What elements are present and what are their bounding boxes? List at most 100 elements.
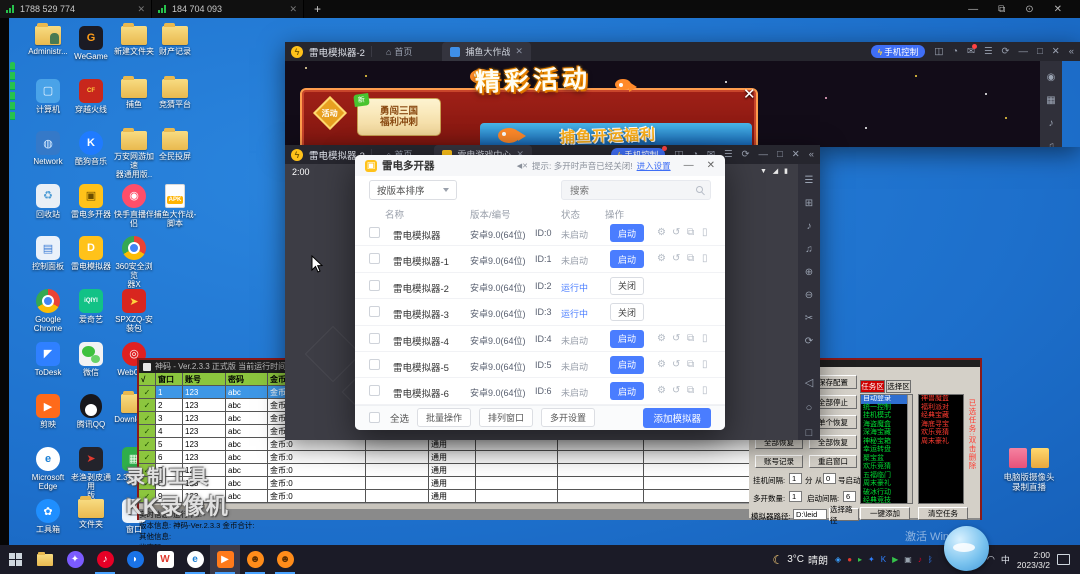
select-all-checkbox[interactable] — [369, 412, 380, 423]
desktop-icon-touping-folder[interactable]: 全民投屏 — [153, 131, 197, 161]
event-side-tab[interactable]: 新 勇闯三国 福利冲刺 — [357, 98, 441, 136]
restore-icon[interactable]: ↺ — [672, 333, 680, 345]
maximize-icon[interactable]: □ — [777, 149, 783, 160]
shortcut-icon[interactable]: ⧉ — [687, 253, 694, 265]
minimize-icon[interactable]: — — [1018, 46, 1028, 57]
tab-select-area[interactable]: 选择区 — [886, 380, 911, 393]
row-checkbox[interactable] — [369, 359, 380, 370]
task-item[interactable]: 神秘宝箱 — [861, 438, 912, 447]
table-row[interactable]: ✓9123abc金币:0通用 — [139, 490, 761, 503]
volume-down-icon[interactable]: ♫ — [805, 245, 813, 255]
tray-bluetooth-icon[interactable]: ᛒ — [928, 556, 933, 564]
menu-icon[interactable]: ☰ — [805, 176, 814, 186]
close-icon[interactable]: ✕ — [792, 149, 800, 160]
minimize-icon[interactable]: — — [968, 4, 978, 15]
desktop-icon-buyu-folder[interactable]: 捕鱼 — [112, 79, 156, 109]
close-icon[interactable]: ✕ — [1052, 46, 1060, 57]
arrange-windows-button[interactable]: 排列窗口 — [479, 408, 533, 427]
desktop-icon-folder-plain[interactable]: 文件夹 — [69, 499, 113, 529]
task-item[interactable]: 欢乐竞猜 — [861, 463, 912, 472]
desktop-icon-jingcai-folder[interactable]: 竞猜平台 — [153, 79, 197, 109]
zoom-in-icon[interactable]: ⊕ — [805, 268, 813, 278]
task-item[interactable]: 海盗魔盒 — [861, 421, 912, 430]
winrar-icon[interactable] — [1009, 448, 1027, 468]
desktop-icon-toolbox[interactable]: ✿工具箱 — [26, 499, 70, 534]
desktop-icon-crossfire[interactable]: CF穿越火线 — [69, 79, 113, 114]
close-button[interactable]: ✕ — [707, 160, 715, 171]
stop-button[interactable]: 关闭 — [610, 277, 644, 295]
back-button[interactable]: ◁ — [805, 378, 813, 388]
notification-center-icon[interactable] — [1057, 554, 1070, 565]
tray-tim-icon[interactable]: ✦ — [868, 556, 875, 564]
taskbar-wps[interactable]: W — [150, 545, 180, 574]
settings-icon[interactable]: ⚙ — [657, 385, 666, 397]
desktop-icon-kugou-music[interactable]: K酷狗音乐 — [69, 131, 113, 166]
minimize-icon[interactable]: — — [758, 149, 768, 160]
minimize-button[interactable]: — — [684, 160, 694, 171]
desktop-icon-user-folder[interactable]: Administr... — [26, 26, 70, 56]
books-icon[interactable] — [1031, 448, 1049, 468]
add-all-button[interactable]: 一键添加 — [860, 507, 910, 520]
task-item[interactable]: 统一控制 — [861, 404, 912, 413]
restore-icon[interactable]: ⧉ — [998, 4, 1005, 15]
task-item[interactable]: 挂机模式 — [861, 412, 912, 421]
row-checkbox[interactable]: ✓ — [139, 399, 156, 412]
task-item[interactable]: 破冰行动 — [861, 489, 912, 498]
volume-down-icon[interactable]: ♫ — [1047, 142, 1055, 147]
settings-icon[interactable]: ⚙ — [657, 253, 666, 265]
account-log-button[interactable]: 账号记录 — [755, 455, 803, 468]
taskbar-game-bar[interactable]: ✦ — [60, 545, 90, 574]
tray-shield-icon[interactable]: ◈ — [835, 556, 841, 564]
launch-interval-input[interactable]: 6 — [843, 491, 856, 502]
settings-icon[interactable]: ⚙ — [657, 227, 666, 239]
taskbar-bot-1[interactable]: ☻ — [240, 545, 270, 574]
fullscreen-icon[interactable]: ⊞ — [805, 199, 813, 209]
start-button[interactable]: 启动 — [610, 250, 644, 268]
row-checkbox[interactable] — [369, 253, 380, 264]
refresh-icon[interactable]: ⟳ — [1002, 46, 1010, 57]
shortcut-icon[interactable]: ⧉ — [687, 333, 694, 345]
taskbar-bot-2[interactable]: ☻ — [270, 545, 300, 574]
ldplayer-2-titlebar[interactable]: ϟ 雷电模拟器-2 ⌂ 首页 捕鱼大作战 ✕ ϟ手机控制◫◔✉☰⟳—□✕« — [285, 42, 1080, 61]
tray-capture-icon[interactable]: ▣ — [904, 556, 912, 564]
task-item[interactable]: 自动登录 — [861, 395, 912, 404]
task-item[interactable]: 经典竞技 — [861, 497, 912, 504]
desktop-icon-kuaishou-live[interactable]: ◉快手直播伴侣 — [112, 184, 156, 228]
row-checkbox[interactable]: ✓ — [139, 438, 156, 451]
desktop-icon-computer[interactable]: ▢计算机 — [26, 79, 70, 114]
desktop-icon-laoyu-tool[interactable]: ➤老渔剥皮通用版 — [69, 447, 113, 500]
row-checkbox[interactable]: ✓ — [139, 386, 156, 399]
record-icon[interactable]: ◉ — [1047, 73, 1056, 83]
multi-open-settings-button[interactable]: 多开设置 — [541, 408, 595, 427]
desktop-icon-wechat[interactable]: 微信 — [69, 342, 113, 377]
emulator-row[interactable]: 雷电模拟器-1安卓9.0(64位)ID:1未启动启动⚙↺⧉▯ — [355, 246, 725, 272]
batch-operation-button[interactable]: 批量操作 — [417, 408, 471, 427]
restore-icon[interactable]: ↺ — [672, 385, 680, 397]
close-tab-icon[interactable]: ✕ — [515, 46, 523, 57]
row-checkbox[interactable]: ✓ — [139, 412, 156, 425]
client-tab-2[interactable]: 184 704 093 ✕ — [152, 0, 304, 18]
shortcut-icon[interactable]: ⧉ — [687, 359, 694, 371]
collapse-icon[interactable]: « — [809, 149, 814, 160]
close-icon[interactable]: ✕ — [289, 4, 297, 15]
tab-task-area[interactable]: 任务区 — [860, 380, 885, 393]
emulator-row[interactable]: 雷电模拟器-2安卓9.0(64位)ID:2运行中关闭 — [355, 273, 725, 299]
emulator-row[interactable]: 雷电模拟器-6安卓9.0(64位)ID:6未启动启动⚙↺⧉▯ — [355, 378, 725, 404]
settings-icon[interactable]: ⚙ — [657, 359, 666, 371]
table-row[interactable]: ✓7123abc金币:0通用 — [139, 464, 761, 477]
restore-icon[interactable]: ↺ — [672, 359, 680, 371]
desktop-icon-spxzq-installer[interactable]: ➤SPXZQ-安装包 — [112, 289, 156, 333]
row-checkbox[interactable] — [369, 385, 380, 396]
client-tab-1[interactable]: 1788 529 774 ✕ — [0, 0, 152, 18]
desktop-icon-qq[interactable]: 腾讯QQ — [69, 394, 113, 429]
multi-count-input[interactable]: 1 — [789, 491, 802, 502]
row-checkbox[interactable] — [369, 280, 380, 291]
table-row[interactable]: ✓6123abc金币:0通用 — [139, 451, 761, 464]
enter-settings-link[interactable]: 进入设置 — [637, 160, 671, 172]
maximize-icon[interactable]: □ — [1037, 46, 1043, 57]
row-checkbox[interactable] — [369, 333, 380, 344]
game-tab[interactable]: 捕鱼大作战 ✕ — [442, 42, 531, 61]
restore-icon[interactable]: ↺ — [672, 253, 680, 265]
tray-guard-icon[interactable]: ● — [847, 556, 852, 564]
wifi-icon[interactable]: ◠ — [987, 554, 995, 565]
